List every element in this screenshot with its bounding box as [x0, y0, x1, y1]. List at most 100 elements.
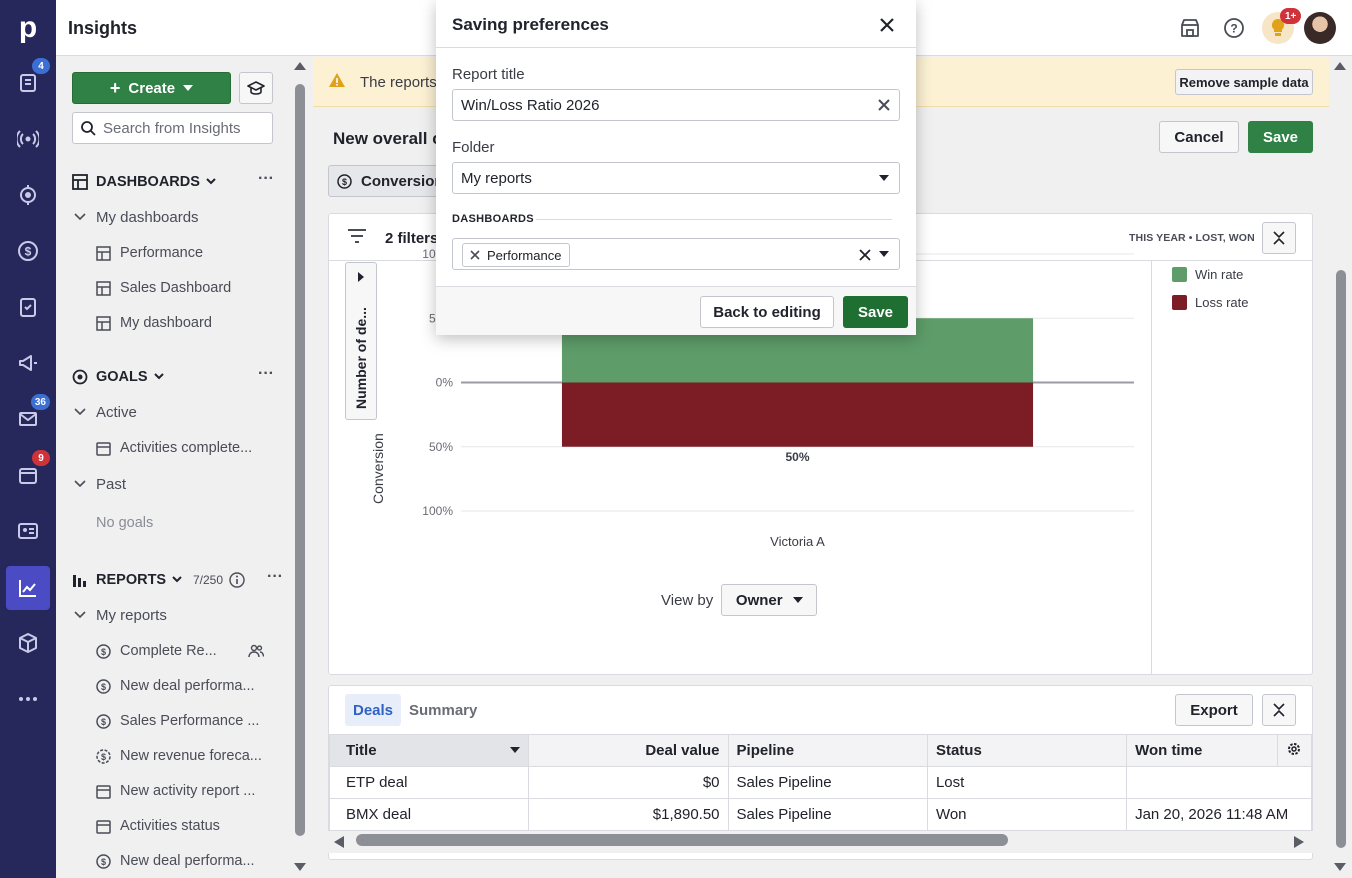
rail-calendar[interactable]: 9 [6, 450, 50, 497]
user-avatar[interactable] [1304, 12, 1336, 44]
remove-sample-data-button[interactable]: Remove sample data [1175, 69, 1313, 95]
learn-button[interactable] [239, 72, 273, 104]
main-scroll-thumb[interactable] [1336, 270, 1346, 848]
column-header[interactable]: Deal value [528, 734, 729, 767]
report-item[interactable]: Activities status [96, 814, 220, 838]
loss-rate-bar[interactable] [561, 382, 1034, 447]
cell-title[interactable]: BMX deal [329, 798, 530, 831]
reports-heading[interactable]: REPORTS [72, 569, 190, 591]
goal-item[interactable]: Activities complete... [96, 436, 252, 460]
dashboards-more-button[interactable]: ··· [256, 171, 276, 192]
dialog-save-button[interactable]: Save [843, 296, 908, 328]
folder-select[interactable]: My reports [452, 162, 900, 194]
scroll-right-icon[interactable] [1294, 836, 1304, 848]
rail-more[interactable] [6, 677, 50, 721]
report-type-pill[interactable]: $ Conversion [328, 165, 448, 197]
help-button[interactable]: ? [1220, 14, 1248, 42]
collapse-table-button[interactable] [1262, 694, 1296, 726]
column-header[interactable]: Won time [1126, 734, 1278, 767]
create-button[interactable]: + Create [72, 72, 231, 104]
chevron-down-icon [172, 576, 182, 583]
goals-heading-label: GOALS [96, 369, 148, 385]
legend-item[interactable]: Win rate [1172, 267, 1243, 282]
rail-products[interactable] [6, 621, 50, 665]
dashboard-item[interactable]: My dashboard [96, 311, 212, 335]
rail-campaigns[interactable] [6, 341, 50, 385]
scroll-down-icon[interactable] [294, 863, 306, 871]
view-by-select[interactable]: Owner [721, 584, 818, 616]
report-item[interactable]: $ New deal performa... [96, 674, 255, 698]
report-item[interactable]: $ New deal performa... [96, 849, 255, 873]
goals-heading[interactable]: GOALS [72, 366, 172, 388]
help-icon: ? [1224, 18, 1244, 38]
rail-contacts[interactable] [6, 509, 50, 553]
export-button[interactable]: Export [1175, 694, 1253, 726]
dashboards-heading[interactable]: DASHBOARDS [72, 171, 224, 193]
dashboard-chip-label: Performance [487, 247, 562, 263]
remove-chip-icon[interactable] [469, 249, 481, 261]
marketplace-button[interactable] [1176, 14, 1204, 42]
dollar-icon: $ [96, 853, 111, 869]
dashboard-chip[interactable]: Performance [462, 243, 571, 267]
rail-target[interactable] [6, 173, 50, 217]
dashboard-item[interactable]: Performance [96, 241, 203, 265]
cancel-button[interactable]: Cancel [1159, 121, 1239, 153]
table-scroll-thumb[interactable] [356, 834, 1008, 846]
sidebar-scroll-thumb[interactable] [295, 84, 305, 836]
main-scroll-down-icon[interactable] [1334, 863, 1346, 871]
search-input[interactable]: Search from Insights [72, 112, 273, 144]
report-item[interactable]: $ Sales Performance ... [96, 709, 259, 733]
rail-tasks[interactable] [6, 285, 50, 329]
tab-summary[interactable]: Summary [409, 702, 477, 719]
clear-icon[interactable] [877, 98, 891, 112]
filter-icon[interactable] [347, 228, 367, 244]
rail-mail[interactable]: 36 [6, 394, 50, 441]
my-dashboards-group[interactable]: My dashboards [74, 206, 199, 228]
column-header[interactable]: Pipeline [727, 734, 928, 767]
warning-icon [329, 73, 345, 87]
legend-item[interactable]: Loss rate [1172, 295, 1248, 310]
table-row[interactable]: BMX deal $1,890.50 Sales Pipeline Won Ja… [329, 798, 1312, 831]
measure-toggle-tab[interactable]: Number of de... [345, 262, 377, 420]
pipedrive-logo[interactable]: p [0, 0, 56, 56]
goals-more-button[interactable]: ··· [256, 366, 276, 387]
back-to-editing-button[interactable]: Back to editing [700, 296, 834, 328]
column-header[interactable]: Title [329, 734, 530, 767]
dashboard-item[interactable]: Sales Dashboard [96, 276, 231, 300]
past-goals-group[interactable]: Past [74, 473, 126, 495]
page-title: Insights [68, 18, 138, 38]
info-icon[interactable] [229, 572, 245, 588]
legend-swatch [1172, 267, 1187, 282]
sort-icon [510, 747, 521, 753]
main-scroll-up-icon[interactable] [1334, 62, 1346, 70]
reports-counter: 7/250 [193, 572, 245, 588]
report-item[interactable]: $ New revenue foreca... [96, 744, 262, 768]
reports-more-button[interactable]: ··· [265, 569, 285, 590]
report-title-input[interactable]: Win/Loss Ratio 2026 [452, 89, 900, 121]
column-header[interactable]: Status [926, 734, 1128, 767]
scroll-up-icon[interactable] [294, 62, 306, 70]
report-item[interactable]: $ Complete Re... [96, 639, 217, 663]
save-report-button[interactable]: Save [1248, 121, 1313, 153]
tab-deals[interactable]: Deals [345, 694, 402, 726]
cell-deal-value: $1,890.50 [528, 798, 729, 831]
rail-activities[interactable]: 4 [6, 58, 50, 105]
store-icon [1181, 19, 1199, 37]
my-reports-group[interactable]: My reports [74, 604, 167, 626]
report-name[interactable]: New overall c [333, 129, 442, 149]
close-icon[interactable] [876, 14, 898, 36]
report-item[interactable]: New activity report ... [96, 779, 255, 803]
report-item-label: New activity report ... [120, 783, 256, 799]
rail-broadcast[interactable] [6, 117, 50, 161]
report-item-label: New revenue foreca... [120, 748, 262, 764]
table-row[interactable]: ETP deal $0 Sales Pipeline Lost [329, 766, 1312, 799]
column-settings[interactable] [1276, 734, 1312, 767]
active-goals-group[interactable]: Active [74, 401, 137, 423]
cell-title[interactable]: ETP deal [329, 766, 530, 799]
rail-insights[interactable] [6, 566, 50, 610]
clear-all-icon[interactable] [859, 249, 871, 261]
dashboards-multiselect[interactable]: Performance [452, 238, 900, 270]
rail-deals[interactable]: $ [6, 229, 50, 273]
scroll-left-icon[interactable] [334, 836, 344, 848]
collapse-filters-button[interactable] [1262, 222, 1296, 254]
